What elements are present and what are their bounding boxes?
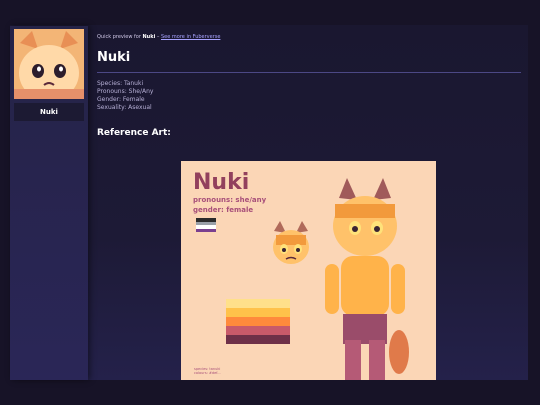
ref-art-pronouns: pronouns: she/any — [193, 196, 267, 204]
palette-swatch — [226, 308, 290, 317]
avatar-image — [14, 29, 84, 99]
flag-stripe — [196, 228, 216, 232]
ref-art-name: Nuki — [193, 170, 250, 195]
profile-name-tag[interactable]: Nuki — [14, 103, 84, 121]
palette-swatch — [226, 326, 290, 335]
profile-avatar[interactable] — [14, 29, 84, 99]
info-sexuality: Sexuality: Asexual — [97, 104, 152, 111]
ref-art-footer: species: tanuki colours: #def... — [194, 367, 221, 375]
palette-swatch — [226, 317, 290, 326]
color-palette — [226, 299, 290, 353]
palette-swatch — [226, 335, 290, 344]
ref-art-gender: gender: female — [193, 206, 254, 214]
page-title: Nuki — [97, 50, 131, 65]
palette-swatch — [226, 299, 290, 308]
preview-prefix: Quick preview for — [97, 34, 141, 40]
info-pronouns: Pronouns: She/Any — [97, 88, 154, 95]
preview-line: Quick preview for Nuki – See more in Fub… — [97, 34, 521, 40]
main-content: Quick preview for Nuki – See more in Fub… — [97, 30, 521, 138]
info-gender: Gender: Female — [97, 96, 145, 103]
character-info: Species: Tanuki Pronouns: She/Any Gender… — [97, 80, 521, 112]
see-more-link[interactable]: See more in Fuberverse — [161, 34, 220, 40]
info-species: Species: Tanuki — [97, 80, 144, 87]
reference-heading: Reference Art: — [97, 128, 171, 138]
character-head-illustration — [273, 221, 309, 264]
reference-art-image[interactable]: Nuki pronouns: she/any gender: female sp… — [181, 161, 436, 380]
ace-flag-icon — [196, 218, 216, 232]
character-body-illustration — [325, 178, 409, 380]
preview-name: Nuki — [142, 34, 156, 40]
ref-art-colours: colours: #def... — [194, 371, 221, 375]
preview-separator: – — [156, 34, 160, 40]
title-divider — [97, 72, 521, 73]
